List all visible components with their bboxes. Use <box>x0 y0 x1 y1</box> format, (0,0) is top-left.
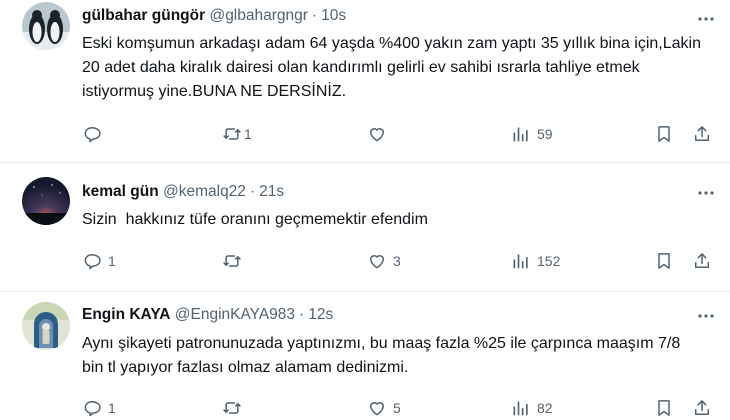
reply-button[interactable]: 1 <box>82 397 116 419</box>
like-count: 3 <box>393 253 401 269</box>
reply-icon <box>84 401 101 417</box>
views-count: 152 <box>537 253 561 269</box>
views-button[interactable]: 82 <box>511 397 553 419</box>
author-handle[interactable]: @glbahargngr <box>209 7 307 24</box>
share-button[interactable] <box>692 123 712 145</box>
bookmark-button[interactable] <box>654 250 674 272</box>
share-button[interactable] <box>692 250 712 272</box>
retweet-count: 1 <box>244 126 252 142</box>
like-button[interactable]: 3 <box>367 250 401 272</box>
retweet-icon <box>223 255 241 267</box>
author-name[interactable]: gülbahar güngör <box>82 7 205 24</box>
reply-button[interactable]: 1 <box>82 250 116 272</box>
tweet-header: Engin KAYA @EnginKAYA983 · 12s <box>82 305 333 325</box>
like-count: 5 <box>393 400 401 416</box>
views-count: 82 <box>537 400 553 416</box>
heart-icon <box>370 128 384 142</box>
retweet-button[interactable] <box>222 250 248 272</box>
separator-dot: · <box>311 7 318 24</box>
reply-icon <box>84 127 101 143</box>
tweet[interactable]: Engin KAYA @EnginKAYA983 · 12s Aynı şikaye… <box>0 292 730 420</box>
tweet-time[interactable]: 12s <box>308 306 333 323</box>
author-handle[interactable]: @kemalq22 <box>163 183 246 200</box>
penguins-avatar-icon <box>22 2 70 50</box>
separator-dot: · <box>249 183 256 200</box>
tweet-text: Aynı şikayeti patronunuzada yaptınızmı, … <box>82 335 681 376</box>
bookmark-icon <box>658 253 670 269</box>
avatar[interactable] <box>22 2 70 50</box>
share-icon <box>695 253 709 268</box>
author-name[interactable]: Engin KAYA <box>82 306 170 323</box>
bookmark-icon <box>658 400 670 416</box>
bookmark-button[interactable] <box>654 123 674 145</box>
share-button[interactable] <box>692 397 712 419</box>
night-sky-avatar-icon <box>22 177 70 225</box>
bookmark-icon <box>658 126 670 142</box>
reply-icon <box>84 254 101 270</box>
author-handle[interactable]: @EnginKAYA983 <box>175 306 295 323</box>
views-count: 59 <box>537 126 553 142</box>
separator-dot: · <box>299 306 305 323</box>
more-options-icon[interactable] <box>696 306 716 326</box>
views-icon <box>513 401 528 416</box>
like-button[interactable] <box>367 123 393 145</box>
retweet-icon <box>223 128 241 140</box>
views-icon <box>513 127 528 142</box>
share-icon <box>695 400 709 415</box>
reply-count: 1 <box>108 400 116 416</box>
author-name[interactable]: kemal gün <box>82 183 159 200</box>
retweet-button[interactable] <box>222 397 248 419</box>
reply-count: 1 <box>108 253 116 269</box>
tweet-header: kemal gün @kemalq22 · 21s <box>82 182 284 202</box>
avatar[interactable] <box>22 177 70 225</box>
like-button[interactable]: 5 <box>367 397 401 419</box>
views-button[interactable]: 152 <box>511 250 560 272</box>
tweet[interactable]: gülbahar güngör @glbahargngr · 10s Eski ko… <box>0 0 730 160</box>
views-button[interactable]: 59 <box>511 123 553 145</box>
heart-icon <box>370 255 384 269</box>
avatar[interactable] <box>22 302 70 350</box>
reply-button[interactable] <box>82 123 108 145</box>
bookmark-button[interactable] <box>654 397 674 419</box>
tweet-text: Eski komşumun arkadaşı adam 64 yaşda %40… <box>82 35 701 100</box>
share-icon <box>695 126 709 141</box>
more-options-icon[interactable] <box>696 183 716 203</box>
tweet[interactable]: kemal gün @kemalq22 · 21s Sizin hakkınız t… <box>0 163 730 291</box>
retweet-icon <box>223 402 241 414</box>
tweet-header: gülbahar güngör @glbahargngr · 10s <box>82 6 346 26</box>
heart-icon <box>370 402 384 416</box>
tweet-time[interactable]: 21s <box>259 183 284 200</box>
tweet-time[interactable]: 10s <box>321 7 346 24</box>
retweet-button[interactable]: 1 <box>222 123 252 145</box>
views-icon <box>513 254 528 269</box>
tweet-text: Sizin hakkınız tüfe oranını geçmemektir … <box>82 211 428 228</box>
statue-avatar-icon <box>22 302 70 350</box>
more-options-icon[interactable] <box>696 9 716 29</box>
